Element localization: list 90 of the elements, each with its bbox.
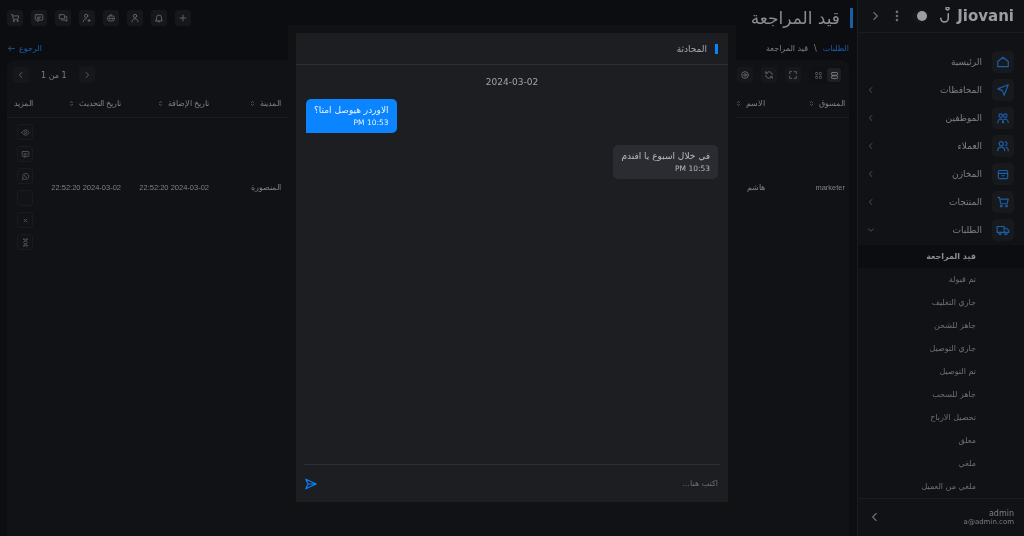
sidebar-subitem[interactable]: تحصيل الارباح xyxy=(858,405,1024,429)
cart-icon xyxy=(996,194,1010,209)
row-action-button[interactable] xyxy=(17,146,33,162)
refresh-icon xyxy=(764,70,774,80)
sidebar-subitem[interactable]: تم قبولة xyxy=(858,267,1024,291)
toolbar-button[interactable] xyxy=(103,10,119,26)
users-icon xyxy=(996,138,1010,153)
send-button[interactable] xyxy=(304,476,318,491)
settings-button[interactable] xyxy=(737,67,753,83)
send-icon xyxy=(996,82,1010,97)
sidebar-subitem[interactable]: جاري التوصيل xyxy=(858,336,1024,360)
column-header[interactable]: المسوق xyxy=(819,99,845,108)
toolbar-button[interactable] xyxy=(175,10,191,26)
chevron-icon xyxy=(866,112,876,123)
row-action-button[interactable] xyxy=(17,124,33,140)
row-action-button[interactable] xyxy=(17,168,33,184)
team-icon xyxy=(996,110,1010,125)
sort-icon xyxy=(67,100,75,107)
prev-page-button[interactable] xyxy=(78,67,95,83)
toolbar-button[interactable] xyxy=(79,10,95,26)
sidebar-subitem[interactable]: جاري التغليف xyxy=(858,290,1024,314)
list-icon xyxy=(829,70,839,80)
toolbar-button[interactable] xyxy=(151,10,167,26)
settings-icon xyxy=(740,70,750,80)
sort-icon xyxy=(156,100,164,107)
page-title: قيد المراجعة xyxy=(750,8,853,28)
plus-icon xyxy=(178,13,188,23)
sidebar-subitem[interactable]: ملغي من العميل xyxy=(858,474,1024,498)
chat-date: 2024-03-02 xyxy=(485,77,539,87)
chevron-icon xyxy=(866,196,876,207)
pagination-label: 1 من 1 xyxy=(41,70,67,80)
sidebar-item[interactable]: المحافظات xyxy=(858,76,1024,103)
sidebar-subitem[interactable]: ملغي xyxy=(858,451,1024,475)
hourglass-icon xyxy=(20,237,30,247)
user-icon xyxy=(130,13,140,23)
message-input[interactable]: اكتب هنا... xyxy=(318,478,720,489)
fullscreen-icon xyxy=(788,70,798,80)
back-link[interactable]: الرجوع xyxy=(7,43,42,53)
eye-icon xyxy=(20,127,30,137)
brand-logo[interactable]: Jiovani xyxy=(937,6,1014,25)
theme-toggle[interactable] xyxy=(912,8,930,23)
arrow-icon xyxy=(7,43,16,53)
sidebar-subitem[interactable]: جاهز للشحن xyxy=(858,313,1024,337)
sidebar-subitem[interactable]: قيد المراجعة xyxy=(858,244,1024,268)
toolbar-button[interactable] xyxy=(7,10,23,26)
toolbar-button[interactable] xyxy=(31,10,47,26)
cart-icon xyxy=(10,13,20,23)
sidebar-subitem[interactable]: معلق xyxy=(858,428,1024,452)
grid-icon xyxy=(813,70,823,80)
send-icon xyxy=(304,476,318,491)
sidebar-item[interactable]: الموظفين xyxy=(858,104,1024,131)
fullscreen-button[interactable] xyxy=(785,67,801,83)
chat-icon xyxy=(20,149,30,159)
breadcrumb-separator: \ xyxy=(814,43,817,53)
dialog-title: المحادثة xyxy=(676,43,718,54)
column-header[interactable]: تاريخ الإضافة xyxy=(167,99,209,108)
chevron-icon xyxy=(866,84,876,95)
sort-icon xyxy=(249,100,256,107)
sort-icon xyxy=(735,100,742,107)
sidebar-item[interactable]: المخازن xyxy=(858,160,1024,187)
column-header[interactable]: المزيد xyxy=(14,99,33,108)
robot-icon xyxy=(106,13,116,23)
sidebar-item[interactable]: العملاء xyxy=(858,132,1024,159)
bell-icon xyxy=(154,13,164,23)
chats-icon xyxy=(58,13,68,23)
breadcrumb-current: قيد المراجعة xyxy=(766,43,809,53)
chevron-icon xyxy=(866,168,876,179)
sidebar-item[interactable]: المنتجات xyxy=(858,188,1024,215)
sidebar-item[interactable]: الرئيسية xyxy=(858,48,1024,75)
column-header[interactable]: المدينة xyxy=(260,99,281,108)
row-action-button[interactable] xyxy=(17,234,33,250)
column-header[interactable]: تاريخ التحديث xyxy=(78,99,121,108)
sort-icon xyxy=(808,100,815,107)
sidebar-subitem[interactable]: جاهز للسحب xyxy=(858,382,1024,406)
home-icon xyxy=(996,54,1010,69)
user-name: admin xyxy=(988,508,1014,518)
toolbar-button[interactable] xyxy=(55,10,71,26)
breadcrumb-link[interactable]: الطلبات xyxy=(822,43,849,53)
chevron-icon xyxy=(16,70,26,80)
refresh-button[interactable] xyxy=(761,67,777,83)
sidebar-subitem[interactable]: تم التوصيل xyxy=(858,359,1024,383)
whatsapp-icon xyxy=(20,171,30,181)
sidebar-item[interactable]: الطلبات xyxy=(858,216,1024,243)
column-header[interactable]: الاسم xyxy=(746,99,765,108)
view-toggle[interactable] xyxy=(827,68,841,82)
next-page-button[interactable] xyxy=(13,67,29,83)
user-add-icon xyxy=(82,13,92,23)
chevron-icon xyxy=(866,140,876,151)
toolbar-button[interactable] xyxy=(127,10,143,26)
chat-icon xyxy=(34,13,44,23)
